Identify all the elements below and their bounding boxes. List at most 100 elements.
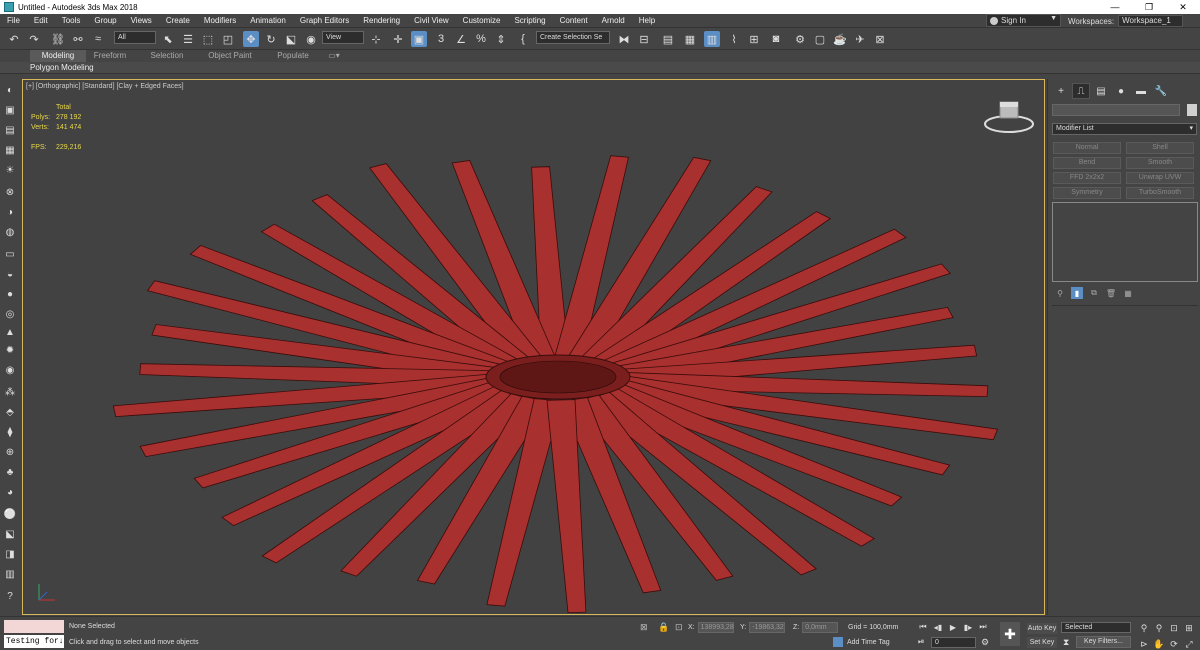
- modifier-unwrap-uvw-button[interactable]: Unwrap UVW: [1126, 172, 1194, 184]
- close-button[interactable]: ✕: [1166, 0, 1200, 14]
- dynamics-icon[interactable]: ⬘: [3, 405, 17, 419]
- workspaces-select[interactable]: Workspace_1: [1118, 15, 1184, 27]
- menu-rendering[interactable]: Rendering: [356, 16, 407, 25]
- material-sphere-icon[interactable]: ⚪: [3, 507, 17, 521]
- show-end-result-icon[interactable]: ▮: [1071, 287, 1083, 299]
- motion-tab-icon[interactable]: ●: [1112, 83, 1130, 99]
- layer-explorer-icon[interactable]: ▤: [660, 31, 676, 47]
- z-input[interactable]: 0,0mm: [802, 622, 839, 633]
- maximize-button[interactable]: ❐: [1132, 0, 1166, 14]
- sphere-render-icon[interactable]: ◕: [3, 485, 17, 499]
- modifier-ffd-button[interactable]: FFD 2x2x2: [1053, 172, 1121, 184]
- snaps-toggle-icon[interactable]: 3: [433, 31, 449, 47]
- display-tab-icon[interactable]: ▬: [1132, 83, 1150, 99]
- remove-modifier-icon[interactable]: 🗑: [1105, 287, 1117, 299]
- arnold-render-icon[interactable]: ⊠: [872, 31, 888, 47]
- scene-explorer-icon[interactable]: ▦: [682, 31, 698, 47]
- absolute-mode-icon[interactable]: ⊡: [675, 622, 683, 633]
- key-filters-button[interactable]: Key Filters...: [1076, 636, 1131, 648]
- field-of-view-icon[interactable]: ⊳: [1138, 638, 1150, 650]
- make-unique-icon[interactable]: ⧉: [1088, 287, 1100, 299]
- unlink-icon[interactable]: ⚯: [70, 31, 86, 47]
- menu-civil-view[interactable]: Civil View: [407, 16, 456, 25]
- menu-animation[interactable]: Animation: [243, 16, 293, 25]
- display-selected-icon[interactable]: ▣: [3, 103, 17, 117]
- curve-editor-icon[interactable]: ⌇: [726, 31, 742, 47]
- schematic-view-icon[interactable]: ⊞: [746, 31, 762, 47]
- selection-lock-icon[interactable]: 🔒: [658, 622, 669, 633]
- menu-tools[interactable]: Tools: [55, 16, 88, 25]
- select-and-rotate-icon[interactable]: ↻: [263, 31, 279, 47]
- polygon-modeling-label[interactable]: Polygon Modeling: [30, 63, 94, 72]
- menu-arnold[interactable]: Arnold: [595, 16, 632, 25]
- modifier-normal-button[interactable]: Normal: [1053, 142, 1121, 154]
- key-mode-icon[interactable]: ⏯: [918, 637, 924, 647]
- material-editor-icon[interactable]: ◙: [768, 31, 784, 47]
- menu-views[interactable]: Views: [124, 16, 159, 25]
- modifier-shell-button[interactable]: Shell: [1126, 142, 1194, 154]
- isolate-selection-icon[interactable]: ⊠: [640, 622, 648, 633]
- plant-icon[interactable]: ♣: [3, 465, 17, 479]
- edit-named-selection-icon[interactable]: {: [515, 31, 531, 47]
- modifier-turbosmooth-button[interactable]: TurboSmooth: [1126, 187, 1194, 199]
- selection-filter-select[interactable]: All: [114, 31, 156, 44]
- render-setup-icon[interactable]: ⚙: [792, 31, 808, 47]
- angle-snap-icon[interactable]: ∠: [453, 31, 469, 47]
- object-color-swatch[interactable]: [1187, 104, 1197, 116]
- play-icon[interactable]: ▶: [948, 622, 958, 632]
- menu-modifiers[interactable]: Modifiers: [197, 16, 243, 25]
- default-tangent-icon[interactable]: ⧗: [1063, 637, 1069, 648]
- tab-modeling[interactable]: Modeling: [30, 50, 86, 62]
- menu-help[interactable]: Help: [632, 16, 662, 25]
- select-by-name-icon[interactable]: ☰: [180, 31, 196, 47]
- modify-tab-icon[interactable]: ⎍: [1072, 83, 1090, 99]
- named-selection-sets-select[interactable]: Create Selection Se: [536, 31, 610, 44]
- object-name-field[interactable]: [1052, 104, 1180, 116]
- light-icon[interactable]: ☀: [3, 163, 17, 177]
- orbit-icon[interactable]: ⟳: [1168, 638, 1180, 650]
- go-to-start-icon[interactable]: ⏮: [918, 622, 928, 632]
- plane-icon[interactable]: ▭: [3, 247, 17, 261]
- bind-space-warp-icon[interactable]: ≈: [90, 31, 106, 47]
- rendered-frame-window-icon[interactable]: ▢: [812, 31, 828, 47]
- configure-modifier-sets-icon[interactable]: ▦: [1122, 287, 1134, 299]
- go-to-end-icon[interactable]: ⏭: [978, 622, 988, 632]
- cone-icon[interactable]: ▲: [3, 325, 17, 339]
- viewcube[interactable]: [983, 98, 1035, 134]
- minimize-button[interactable]: —: [1098, 0, 1132, 14]
- zoom-extents-all-icon[interactable]: ⊞: [1183, 622, 1195, 634]
- ribbon-options-icon[interactable]: ▭▾: [324, 50, 344, 62]
- tools-icon[interactable]: ▥: [3, 567, 17, 581]
- tab-freeform[interactable]: Freeform: [86, 50, 134, 62]
- auto-key-button[interactable]: Auto Key: [1027, 623, 1057, 634]
- set-keys-icon[interactable]: ✚: [1000, 622, 1020, 646]
- x-input[interactable]: 138993,28: [697, 622, 734, 633]
- maximize-viewport-icon[interactable]: ⤢: [1183, 638, 1195, 650]
- environment-icon[interactable]: ◉: [3, 363, 17, 377]
- mirror-icon[interactable]: ⧓: [616, 31, 632, 47]
- pan-view-icon[interactable]: ✋: [1153, 638, 1165, 650]
- previous-frame-icon[interactable]: ◂▮: [933, 622, 943, 632]
- scene-icon[interactable]: ⬕: [3, 527, 17, 541]
- sphere-icon[interactable]: ●: [3, 287, 17, 301]
- select-and-move-icon[interactable]: ✥: [243, 31, 259, 47]
- display-dependents-icon[interactable]: ▦: [3, 143, 17, 157]
- zoom-all-icon[interactable]: ⚲: [1153, 622, 1165, 634]
- camera-icon[interactable]: ◑: [3, 205, 17, 219]
- maxscript-input[interactable]: Testing for↓: [4, 635, 64, 648]
- spinner-snap-icon[interactable]: ⇕: [493, 31, 509, 47]
- menu-graph-editors[interactable]: Graph Editors: [293, 16, 356, 25]
- select-object-icon[interactable]: ⬉: [160, 31, 176, 47]
- render-element-icon[interactable]: ◨: [3, 547, 17, 561]
- globe-icon[interactable]: ⊕: [3, 445, 17, 459]
- window-crossing-icon[interactable]: ◰: [220, 31, 236, 47]
- tab-selection[interactable]: Selection: [142, 50, 192, 62]
- select-and-scale-icon[interactable]: ⬕: [283, 31, 299, 47]
- helper-icon[interactable]: ⊗: [3, 185, 17, 199]
- particle-icon[interactable]: ⁂: [3, 385, 17, 399]
- menu-customize[interactable]: Customize: [456, 16, 508, 25]
- link-icon[interactable]: ⛓: [50, 31, 66, 47]
- maxscript-mini-listener[interactable]: [4, 620, 64, 633]
- render-production-icon[interactable]: ☕: [832, 31, 848, 47]
- spline-icon[interactable]: ◒: [3, 267, 17, 281]
